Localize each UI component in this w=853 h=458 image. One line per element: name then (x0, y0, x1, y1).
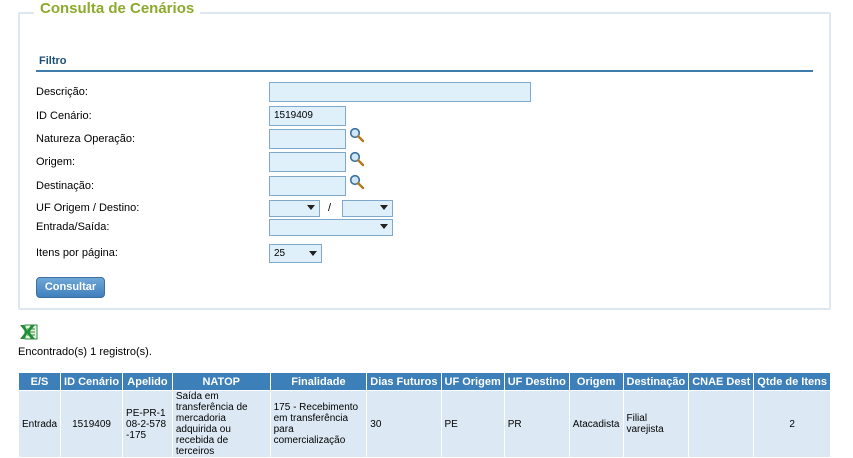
results-table: E/S ID Cenário Apelido NATOP Finalidade … (17, 372, 831, 458)
cell-dias-futuros: 30 (366, 390, 442, 458)
natureza-search-icon[interactable] (349, 127, 365, 143)
consultar-button[interactable]: Consultar (36, 277, 105, 298)
id-cenario-input[interactable]: 1519409 (269, 106, 346, 126)
destinacao-input[interactable] (269, 176, 346, 196)
origem-search-icon[interactable] (349, 151, 365, 167)
column-header-uf-origem[interactable]: UF Origem (440, 372, 505, 391)
destinacao-label: Destinação: (36, 180, 95, 192)
table-header-row: E/S ID Cenário Apelido NATOP Finalidade … (17, 372, 831, 391)
cell-finalidade: 175 - Recebimento em transferência para … (269, 390, 368, 458)
column-header-finalidade[interactable]: Finalidade (269, 372, 368, 391)
chevron-down-icon (309, 251, 317, 256)
uf-origem-select[interactable] (269, 200, 320, 217)
natureza-operacao-input[interactable] (269, 129, 346, 149)
itens-por-pagina-select[interactable]: 25 (269, 244, 322, 263)
entrada-saida-select[interactable] (269, 219, 393, 236)
consulta-fieldset (18, 12, 831, 310)
table-row[interactable]: Entrada 1519409 PE-PR-108-2-578-175 Saíd… (17, 390, 831, 458)
column-header-natop[interactable]: NATOP (171, 372, 271, 391)
cell-qtde-itens: 2 (753, 390, 831, 458)
column-header-qtde-itens[interactable]: Qtde de Itens (753, 372, 831, 391)
results-count: Encontrado(s) 1 registro(s). (18, 346, 152, 358)
uf-separator: / (328, 202, 332, 214)
cell-destinacao: Filial varejista (622, 390, 690, 458)
id-cenario-label: ID Cenário: (36, 110, 92, 122)
cell-apelido: PE-PR-108-2-578-175 (122, 390, 173, 458)
excel-icon[interactable] (19, 322, 39, 342)
cell-origem: Atacadista (568, 390, 624, 458)
origem-label: Origem: (36, 156, 76, 168)
destinacao-search-icon[interactable] (349, 174, 365, 190)
filter-section-title: Filtro (39, 55, 67, 67)
chevron-down-icon (307, 205, 315, 210)
column-header-dias-futuros[interactable]: Dias Futuros (366, 372, 442, 391)
natureza-operacao-label: Natureza Operação: (36, 133, 136, 145)
descricao-label: Descrição: (36, 86, 88, 98)
cell-uf-destino: PR (503, 390, 570, 458)
cell-cnae-dest (688, 390, 755, 458)
itens-por-pagina-label: Itens por página: (36, 247, 118, 259)
uf-origem-destino-label: UF Origem / Destino: (36, 202, 140, 214)
column-header-uf-destino[interactable]: UF Destino (503, 372, 570, 391)
descricao-input[interactable] (269, 82, 531, 102)
filter-divider (36, 70, 813, 72)
column-header-origem[interactable]: Origem (568, 372, 624, 391)
column-header-apelido[interactable]: Apelido (122, 372, 173, 391)
cell-uf-origem: PE (440, 390, 505, 458)
cell-natop: Saída em transferência de mercadoria adq… (171, 390, 271, 458)
itens-por-pagina-value: 25 (274, 248, 286, 259)
origem-input[interactable] (269, 152, 346, 172)
column-header-cnae-dest[interactable]: CNAE Dest (688, 372, 755, 391)
uf-destino-select[interactable] (342, 200, 393, 217)
chevron-down-icon (380, 224, 388, 229)
page-title: Consulta de Cenários (34, 0, 201, 17)
column-header-es[interactable]: E/S (17, 372, 62, 391)
chevron-down-icon (380, 205, 388, 210)
entrada-saida-label: Entrada/Saída: (36, 221, 110, 233)
cell-id-cenario: 1519409 (60, 390, 124, 458)
cell-es: Entrada (17, 390, 62, 458)
column-header-destinacao[interactable]: Destinação (622, 372, 690, 391)
column-header-id-cenario[interactable]: ID Cenário (60, 372, 124, 391)
